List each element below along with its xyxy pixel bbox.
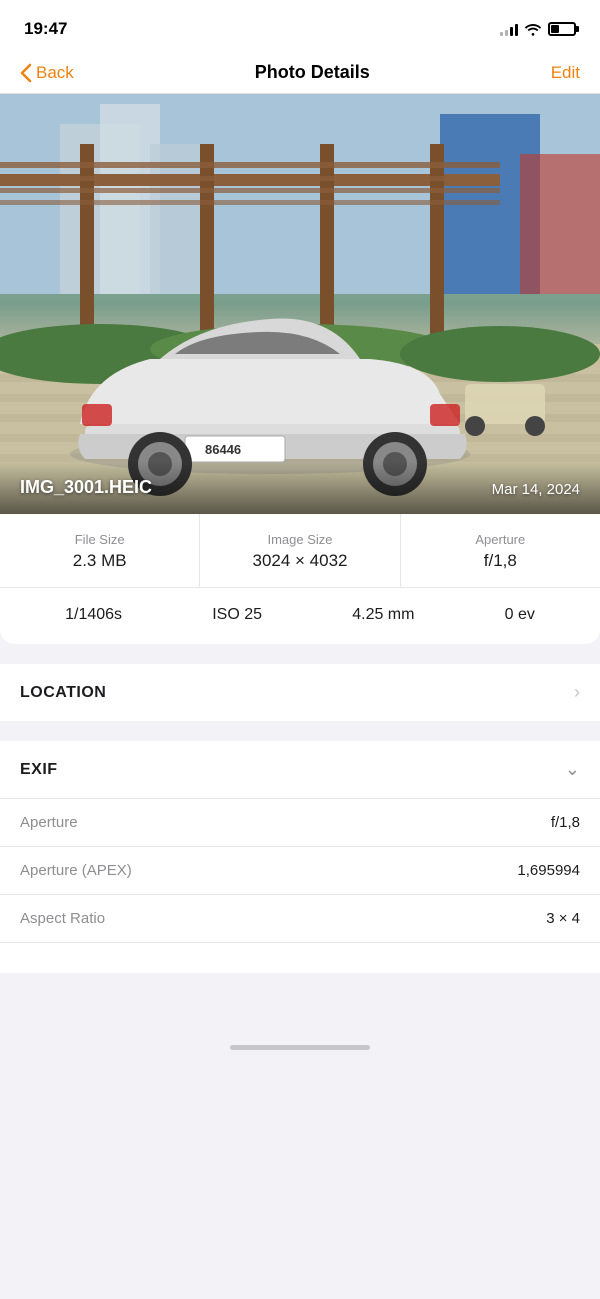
aperture-value: f/1,8: [411, 551, 590, 571]
aperture-label: Aperture: [411, 532, 590, 547]
file-size-label: File Size: [10, 532, 189, 547]
back-button[interactable]: Back: [20, 63, 74, 83]
nav-bar: Back Photo Details Edit: [0, 52, 600, 94]
exif-row-aperture: Aperture f/1,8: [0, 799, 600, 847]
image-size-value: 3024 × 4032: [210, 551, 389, 571]
status-bar: 19:47: [0, 0, 600, 52]
home-bar: [230, 1045, 370, 1050]
photo-filename: IMG_3001.HEIC: [20, 477, 152, 498]
photo-date: Mar 14, 2024: [492, 481, 580, 498]
image-size-cell: Image Size 3024 × 4032: [200, 514, 400, 587]
exif-key-aspect-ratio: Aspect Ratio: [20, 910, 105, 927]
bottom-spacer: [0, 973, 600, 1033]
battery-icon: [548, 22, 576, 36]
aperture-cell: Aperture f/1,8: [401, 514, 600, 587]
file-size-cell: File Size 2.3 MB: [0, 514, 200, 587]
exif-val-aperture: f/1,8: [551, 814, 580, 831]
photo-image: 86446: [0, 94, 600, 514]
status-time: 19:47: [24, 19, 67, 39]
photo-overlay: IMG_3001.HEIC Mar 14, 2024: [0, 461, 600, 514]
spec-shutter: 1/1406s: [65, 606, 122, 624]
spec-iso: ISO 25: [212, 606, 262, 624]
location-label: LOCATION: [20, 684, 106, 702]
exif-key-aperture-apex: Aperture (APEX): [20, 862, 132, 879]
exif-label: EXIF: [20, 761, 58, 779]
exif-section: EXIF ⌄ Aperture f/1,8 Aperture (APEX) 1,…: [0, 741, 600, 973]
photo-container: 86446 IMG_3001.HEIC Mar 14, 2024: [0, 94, 600, 514]
chevron-right-icon: ›: [574, 682, 580, 703]
image-size-label: Image Size: [210, 532, 389, 547]
exif-val-aspect-ratio: 3 × 4: [546, 910, 580, 927]
edit-button[interactable]: Edit: [551, 63, 580, 83]
exif-val-partial: [576, 950, 580, 967]
exif-row-partial: [0, 943, 600, 973]
exif-val-aperture-apex: 1,695994: [517, 862, 580, 879]
exif-key-aperture: Aperture: [20, 814, 78, 831]
home-indicator: [0, 1033, 600, 1058]
file-size-value: 2.3 MB: [10, 551, 189, 571]
svg-text:86446: 86446: [205, 442, 241, 457]
signal-icon: [500, 22, 518, 36]
wifi-icon: [524, 22, 542, 36]
back-label: Back: [36, 63, 74, 83]
info-row-top: File Size 2.3 MB Image Size 3024 × 4032 …: [0, 514, 600, 588]
chevron-down-icon: ⌄: [565, 759, 580, 780]
exif-key-partial: [20, 950, 24, 967]
info-row-bottom: 1/1406s ISO 25 4.25 mm 0 ev: [0, 588, 600, 644]
location-section[interactable]: LOCATION ›: [0, 664, 600, 721]
status-icons: [500, 22, 576, 36]
exif-row-aspect-ratio: Aspect Ratio 3 × 4: [0, 895, 600, 943]
page-title: Photo Details: [255, 62, 370, 83]
exif-row-aperture-apex: Aperture (APEX) 1,695994: [0, 847, 600, 895]
info-card: File Size 2.3 MB Image Size 3024 × 4032 …: [0, 514, 600, 644]
exif-header[interactable]: EXIF ⌄: [0, 741, 600, 799]
spec-focal: 4.25 mm: [352, 606, 414, 624]
spec-ev: 0 ev: [505, 606, 535, 624]
